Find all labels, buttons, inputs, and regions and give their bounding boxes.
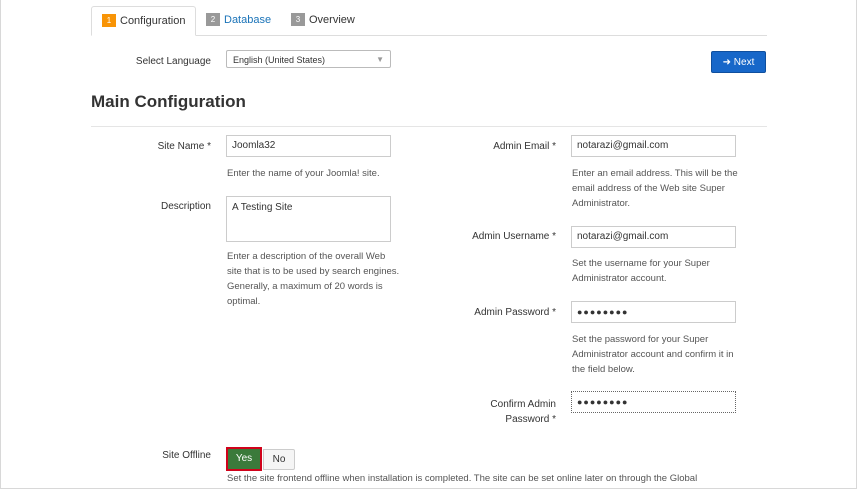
help-line: Enter an email address. This will be the — [572, 168, 738, 179]
language-select-value: English (United States) — [233, 55, 326, 65]
step-number-badge: 1 — [102, 14, 116, 27]
admin-username-label: Admin Username * — [472, 231, 556, 242]
admin-password-label: Admin Password * — [474, 307, 556, 318]
tab-configuration[interactable]: 1 Configuration — [91, 6, 196, 36]
site-offline-yes-button[interactable]: Yes — [226, 447, 262, 471]
caret-down-icon: ▼ — [376, 55, 384, 64]
confirm-password-input[interactable]: ●●●●●●●● — [571, 391, 736, 413]
tab-database[interactable]: 2 Database — [199, 6, 271, 34]
tab-label: Database — [224, 14, 272, 26]
site-offline-label: Site Offline — [162, 450, 211, 461]
help-line: email address of the Web site Super — [572, 183, 725, 194]
help-line: Administrator account and confirm it in — [572, 349, 734, 360]
label-line: Password * — [505, 414, 556, 425]
site-name-help: Enter the name of your Joomla! site. — [227, 168, 380, 179]
admin-email-input[interactable]: notarazi@gmail.com — [571, 135, 736, 157]
site-name-label: Site Name * — [157, 141, 211, 152]
help-line: the field below. — [572, 364, 635, 375]
help-line: Set the username for your Super — [572, 258, 710, 269]
next-button[interactable]: ➜ Next — [711, 51, 766, 73]
admin-username-help: Set the username for your Super Administ… — [572, 256, 767, 286]
help-line: Administrator account. — [572, 273, 667, 284]
help-line: Administrator. — [572, 198, 631, 209]
description-label: Description — [160, 201, 211, 212]
window-border-left — [0, 0, 1, 489]
page-title: Main Configuration — [91, 92, 246, 111]
help-line: Set the password for your Super — [572, 334, 709, 345]
tab-overview[interactable]: 3 Overview — [284, 6, 355, 34]
admin-email-label: Admin Email * — [493, 141, 556, 152]
help-line: Generally, a maximum of 20 words is — [227, 281, 383, 292]
description-textarea[interactable]: A Testing Site — [226, 196, 391, 242]
site-name-input[interactable]: Joomla32 — [226, 135, 391, 157]
tab-label: Configuration — [120, 15, 186, 27]
site-offline-help: Set the site frontend offline when insta… — [227, 473, 698, 484]
label-line: Confirm Admin — [490, 399, 556, 410]
divider — [91, 126, 767, 127]
step-number-badge: 2 — [206, 13, 220, 26]
tab-label: Overview — [309, 14, 355, 26]
arrow-right-icon: ➜ — [722, 57, 732, 68]
next-button-label: Next — [733, 57, 755, 68]
description-help: Enter a description of the overall Web s… — [227, 249, 427, 309]
admin-password-input[interactable]: ●●●●●●●● — [571, 301, 736, 323]
help-line: optimal. — [227, 296, 261, 307]
help-line: site that is to be used by search engine… — [227, 266, 400, 277]
language-select[interactable]: English (United States) ▼ — [226, 50, 391, 68]
help-line: Enter a description of the overall Web — [227, 251, 386, 262]
site-offline-no-button[interactable]: No — [263, 449, 295, 470]
admin-email-help: Enter an email address. This will be the… — [572, 166, 767, 211]
confirm-password-label: Confirm Admin Password * — [450, 397, 556, 427]
admin-username-input[interactable]: notarazi@gmail.com — [571, 226, 736, 248]
installer-tabs: 1 Configuration 2 Database 3 Overview — [91, 0, 767, 36]
step-number-badge: 3 — [291, 13, 305, 26]
admin-password-help: Set the password for your Super Administ… — [572, 332, 767, 377]
select-language-label: Select Language — [135, 56, 211, 67]
